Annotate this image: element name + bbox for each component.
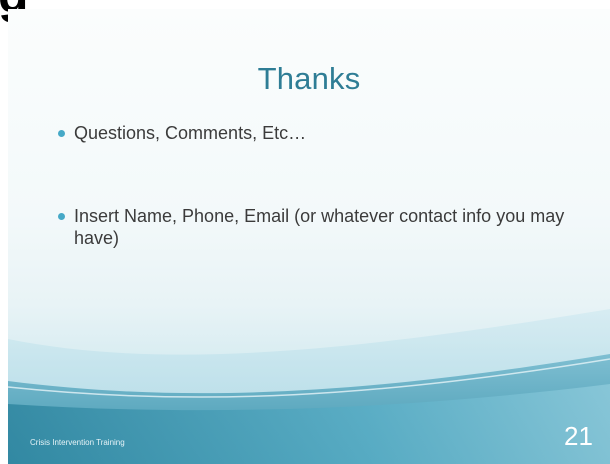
bullet-text: Questions, Comments, Etc… [74,123,307,143]
bullet-dot-icon [58,213,65,220]
bullet-item-contact: Insert Name, Phone, Email (or whatever c… [58,205,578,249]
page-number: 21 [564,421,593,451]
bullet-item-questions: Questions, Comments, Etc… [58,122,578,144]
slide-title: Thanks [257,61,361,96]
slide-footer: Crisis Intervention Training [30,438,125,447]
slide: Thanks Questions, Comments, Etc… Insert … [8,9,610,464]
bullet-dot-icon [58,130,65,137]
bullet-text: Insert Name, Phone, Email (or whatever c… [74,206,565,248]
